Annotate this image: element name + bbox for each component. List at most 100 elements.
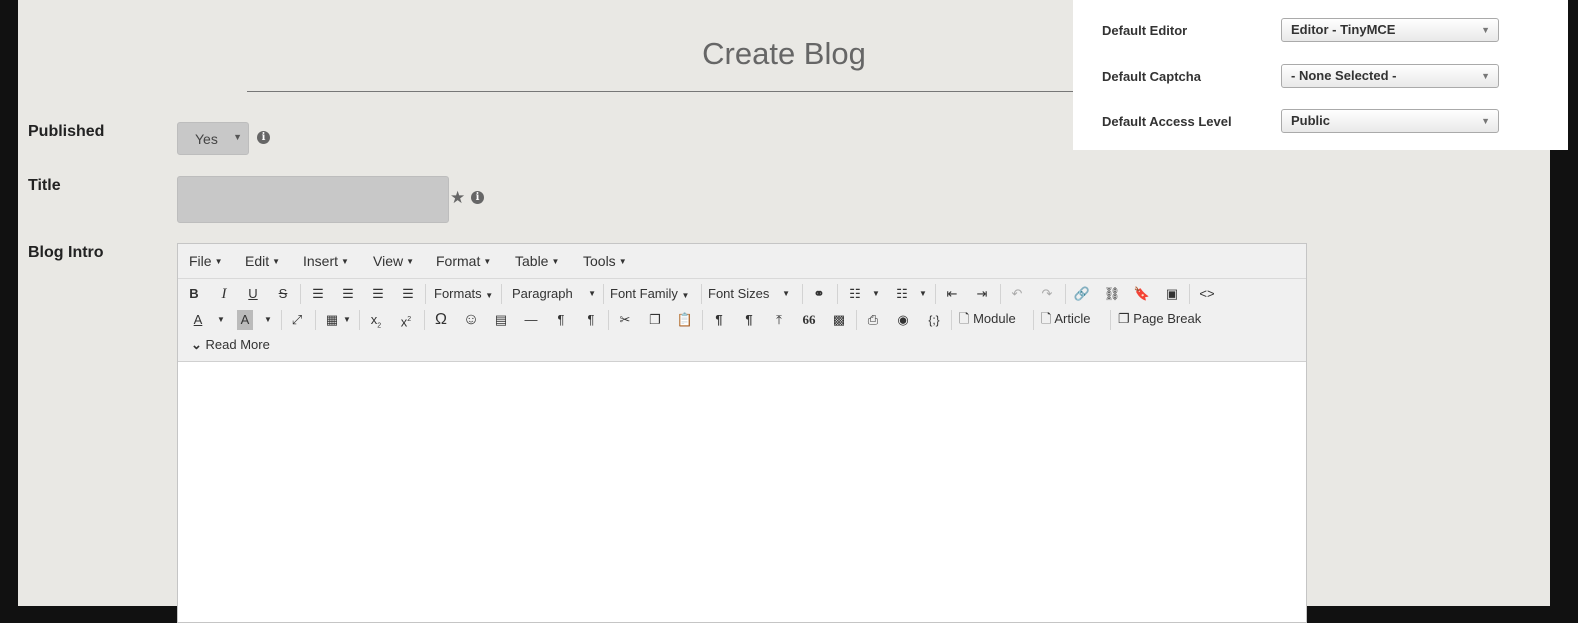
dropdown-label: Formats [434, 286, 482, 301]
horizontal-rule-icon[interactable]: — [522, 310, 540, 330]
title-label: Title [28, 177, 61, 194]
editor-content-area[interactable] [178, 362, 1306, 622]
default-access-select[interactable]: Public ▼ [1281, 109, 1499, 133]
module-button[interactable]: 🗋 Module [959, 309, 1016, 329]
dropdown-label: Font Sizes [708, 286, 770, 301]
read-more-button[interactable]: ⌄ Read More [191, 335, 270, 355]
menu-format[interactable]: Format ▼ [436, 253, 491, 269]
superscript-icon[interactable]: x2 [397, 310, 415, 330]
caret-down-icon[interactable]: ▼ [263, 310, 273, 330]
caret-down-icon[interactable]: ▼ [871, 284, 881, 304]
chevron-down-icon: ⌄ [191, 337, 202, 352]
indent-icon[interactable]: ⇥ [973, 284, 991, 304]
chevron-down-icon: ▼ [1481, 71, 1490, 81]
article-button[interactable]: 🗋 Article [1041, 309, 1090, 329]
strikethrough-icon[interactable]: S [275, 284, 291, 304]
copy-icon[interactable]: ❐ [646, 310, 664, 330]
cut-icon[interactable]: ✂ [616, 310, 634, 330]
link-icon[interactable]: 🔗 [1073, 284, 1091, 304]
menu-insert[interactable]: Insert ▼ [303, 253, 349, 269]
toolbar-separator [935, 284, 936, 304]
published-select[interactable]: Yes ▼ [177, 122, 249, 155]
menu-file[interactable]: File ▼ [189, 253, 222, 269]
template-icon[interactable]: ▩ [830, 310, 848, 330]
fullscreen-icon[interactable]: ⤢ [288, 310, 306, 330]
published-value: Yes [195, 131, 218, 147]
title-input[interactable] [177, 176, 449, 223]
toolbar-separator [702, 310, 703, 330]
blockquote-icon[interactable]: 66 [800, 310, 818, 330]
toolbar-separator [1000, 284, 1001, 304]
source-code-icon[interactable]: <> [1196, 284, 1218, 304]
article-label: Article [1054, 311, 1091, 326]
underline-icon[interactable]: U [245, 284, 261, 304]
pilcrow-icon[interactable]: ¶ [710, 310, 728, 330]
unlink-icon[interactable]: ⛓ [1103, 284, 1121, 304]
paste-icon[interactable]: 📋 [676, 310, 694, 330]
special-character-icon[interactable]: Ω [432, 310, 450, 330]
align-right-icon[interactable]: ☰ [369, 284, 387, 304]
ltr-icon[interactable]: ¶ [552, 310, 570, 330]
subscript-mark: 2 [377, 322, 382, 330]
formats-dropdown[interactable]: Formats ▼ [434, 284, 493, 304]
redo-icon[interactable]: ↷ [1038, 284, 1056, 304]
background-color-icon[interactable]: A [237, 310, 253, 330]
rtl-icon[interactable]: ¶ [582, 310, 600, 330]
media-icon[interactable]: ▤ [492, 310, 510, 330]
font-family-dropdown[interactable]: Font Family ▼ [610, 284, 689, 304]
page-break-button[interactable]: ❐ Page Break [1118, 309, 1201, 329]
menu-table[interactable]: Table ▼ [515, 253, 559, 269]
outdent-icon[interactable]: ⇤ [943, 284, 961, 304]
title-divider [247, 91, 1137, 92]
caret-down-icon: ▼ [782, 289, 790, 298]
default-editor-select[interactable]: Editor - TinyMCE ▼ [1281, 18, 1499, 42]
default-captcha-select[interactable]: - None Selected - ▼ [1281, 64, 1499, 88]
published-label: Published [28, 123, 105, 140]
upload-icon[interactable]: ⤒ [770, 310, 788, 330]
window-frame [1550, 150, 1578, 606]
print-icon[interactable]: ⎙ [864, 310, 882, 330]
table-icon[interactable]: ▦ [323, 310, 341, 330]
chevron-down-icon: ▼ [1481, 116, 1490, 126]
info-icon[interactable]: i [257, 131, 270, 144]
bullet-list-icon[interactable]: ☷ [847, 284, 863, 304]
numbered-list-icon[interactable]: ☷ [894, 284, 910, 304]
italic-icon[interactable]: I [216, 284, 232, 304]
menu-label: Tools [583, 253, 616, 269]
caret-down-icon[interactable]: ▼ [216, 310, 226, 330]
font-sizes-dropdown[interactable]: Font Sizes ▼ [708, 284, 790, 304]
menu-label: View [373, 253, 404, 269]
caret-down-icon[interactable]: ▼ [918, 284, 928, 304]
align-left-icon[interactable]: ☰ [309, 284, 327, 304]
menu-edit[interactable]: Edit ▼ [245, 253, 280, 269]
info-icon[interactable]: i [471, 191, 484, 204]
toolbar-separator [425, 284, 426, 304]
read-more-label: Read More [205, 337, 270, 352]
align-center-icon[interactable]: ☰ [339, 284, 357, 304]
caret-down-icon: ▼ [341, 257, 349, 266]
menu-view[interactable]: View ▼ [373, 253, 414, 269]
caret-down-icon[interactable]: ▼ [342, 310, 352, 330]
find-replace-icon[interactable]: ⚭ [810, 284, 828, 304]
image-icon[interactable]: ▣ [1163, 284, 1181, 304]
rich-text-editor: File ▼ Edit ▼ Insert ▼ View ▼ Format ▼ Table ▼… [177, 243, 1307, 623]
bold-icon[interactable]: B [186, 284, 202, 304]
toolbar-separator [1189, 284, 1190, 304]
toolbar-separator [501, 284, 502, 304]
caret-down-icon: ▼ [588, 289, 596, 298]
undo-icon[interactable]: ↶ [1008, 284, 1026, 304]
copy-icon: ❐ [1118, 311, 1130, 326]
code-sample-icon[interactable]: {;} [923, 310, 945, 330]
visual-blocks-icon[interactable]: ¶ [740, 310, 758, 330]
menu-tools[interactable]: Tools ▼ [583, 253, 627, 269]
menu-label: Table [515, 253, 549, 269]
subscript-icon[interactable]: x2 [367, 310, 385, 330]
paragraph-dropdown[interactable]: Paragraph ▼ [512, 284, 596, 304]
text-color-icon[interactable]: A [190, 310, 206, 330]
preview-icon[interactable]: ◉ [894, 310, 912, 330]
bookmark-icon[interactable]: 🔖 [1133, 284, 1151, 304]
caret-down-icon: ▼ [551, 257, 560, 266]
align-justify-icon[interactable]: ☰ [399, 284, 417, 304]
toolbar-separator [424, 310, 425, 330]
emoticons-icon[interactable]: ☺ [462, 310, 480, 330]
